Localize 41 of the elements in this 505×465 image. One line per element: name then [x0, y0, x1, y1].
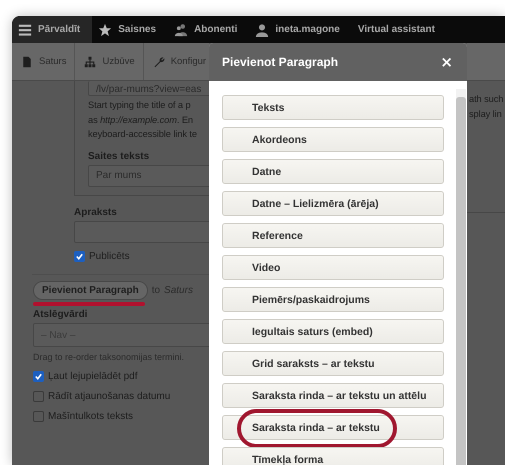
checkbox-label: Rādīt atjaunošanas datumu: [48, 391, 170, 402]
close-button[interactable]: ×: [438, 53, 455, 71]
menu-icon: [18, 22, 32, 36]
checkbox[interactable]: [33, 411, 44, 422]
toolbar-item[interactable]: Virtual assistant: [352, 16, 447, 43]
paragraph-type-button[interactable]: Akordeons: [222, 127, 444, 152]
toolbar-item[interactable]: Saisnes: [92, 16, 168, 43]
scrollbar[interactable]: [456, 89, 466, 465]
toolbar-item[interactable]: Pārvaldīt: [12, 16, 92, 43]
person-icon: [255, 22, 270, 36]
paragraph-type-button[interactable]: Tīmekļa forma: [222, 447, 444, 465]
paragraph-type-button[interactable]: Datne – Lielizmēra (ārēja): [222, 191, 444, 216]
checkbox[interactable]: [33, 371, 44, 382]
sitemap-icon: [84, 56, 96, 68]
help-text: ath such splay lin: [468, 93, 504, 121]
paragraph-type-button[interactable]: Saraksta rinda – ar tekstu: [222, 415, 444, 440]
document-icon: [21, 56, 33, 68]
paragraph-type-button[interactable]: Piemērs/paskaidrojums: [222, 287, 444, 312]
checkbox-label: Publicēts: [89, 251, 130, 262]
field-label: Apraksts: [74, 207, 118, 218]
paragraph-type-button[interactable]: Saraksta rinda – ar tekstu un attēlu: [222, 383, 444, 408]
checkbox[interactable]: [33, 391, 44, 402]
summary-field[interactable]: [74, 221, 209, 243]
paragraph-type-button[interactable]: Datne: [222, 159, 444, 184]
paragraph-type-button[interactable]: Grid saraksts – ar tekstu: [222, 351, 444, 376]
toolbar-item[interactable]: Abonenti: [168, 16, 250, 43]
toolbar-item[interactable]: ineta.magone: [249, 16, 352, 43]
checkbox[interactable]: [74, 251, 85, 262]
paragraph-type-button[interactable]: Video: [222, 255, 444, 280]
paragraph-type-button[interactable]: Teksts: [222, 95, 444, 120]
paragraph-type-button[interactable]: Iegultais saturs (embed): [222, 319, 444, 344]
checkbox-label: Ļaut lejupielādēt pdf: [48, 371, 138, 382]
field-label: Saites teksts: [88, 150, 150, 162]
wrench-icon: [152, 56, 165, 68]
checkbox-label: Mašīntulkots teksts: [48, 411, 134, 422]
dialog-title: Pievienot Paragraph: [222, 55, 338, 69]
paragraph-type-button[interactable]: Reference: [222, 223, 444, 248]
people-icon: [174, 22, 188, 36]
field-label: Atslēgvārdi: [33, 309, 88, 320]
star-icon: [98, 22, 112, 36]
help-text: Start typing the title of a p as http://example.com. En keyboard-accessible link te: [88, 99, 198, 141]
